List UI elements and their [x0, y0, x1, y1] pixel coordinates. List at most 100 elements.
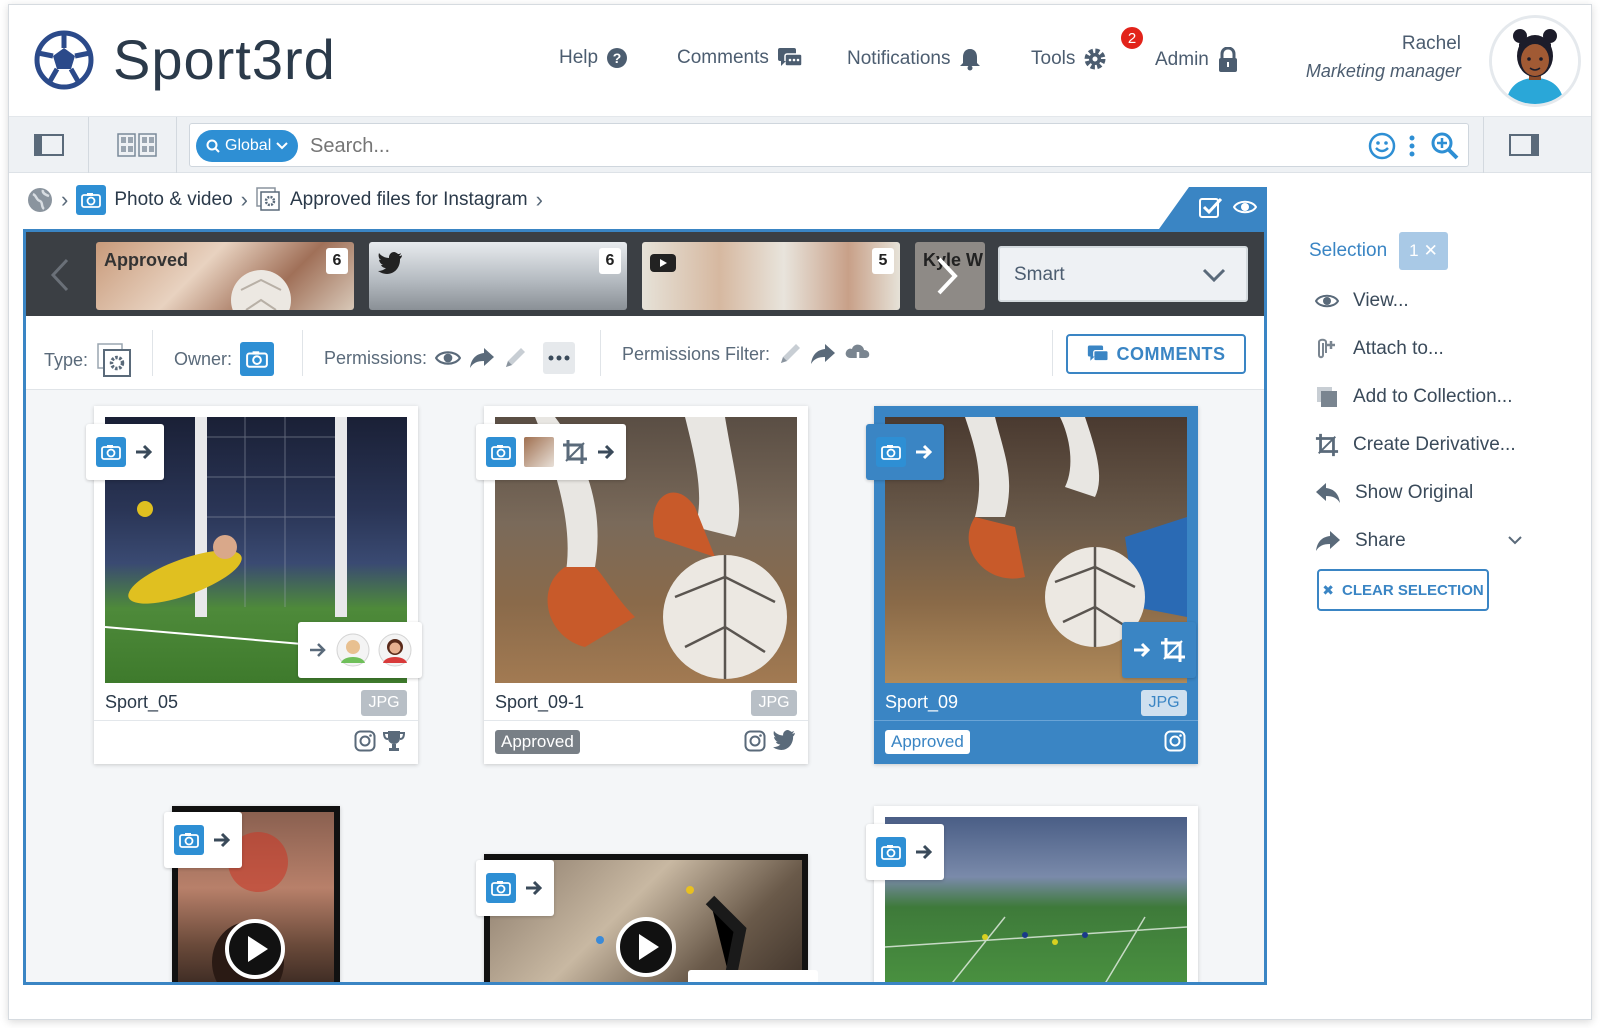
zoom-in-icon[interactable] [1430, 131, 1460, 161]
collection-thumb-approved[interactable]: Approved 6 [96, 242, 354, 310]
arrow-right-icon[interactable] [596, 443, 616, 461]
close-icon[interactable]: ✕ [1424, 241, 1438, 261]
grid-view-button[interactable] [97, 117, 177, 173]
arrow-right-icon[interactable] [914, 843, 934, 861]
nav-admin[interactable]: Admin [1155, 47, 1239, 73]
checkbox-icon[interactable] [1199, 197, 1223, 219]
crop-icon [1315, 433, 1339, 457]
action-share[interactable]: Share [1299, 517, 1591, 565]
chevron-right-icon[interactable] [935, 256, 959, 296]
user-avatar-icon[interactable] [336, 633, 370, 667]
type-filter[interactable]: Type: [44, 342, 132, 378]
share-arrow-icon[interactable] [469, 347, 495, 369]
smiley-icon[interactable] [1368, 132, 1396, 160]
thumb-count: 6 [599, 248, 621, 274]
action-attach[interactable]: Attach to... [1299, 325, 1591, 373]
arrow-right-icon[interactable] [308, 641, 328, 659]
selection-count: 1 [1409, 241, 1419, 260]
collection-gear-icon [256, 187, 280, 211]
action-show-original[interactable]: Show Original [1299, 469, 1591, 517]
right-panel-icon [1508, 134, 1539, 156]
user-avatar-icon[interactable] [378, 633, 412, 667]
ball-thumb-icon [231, 270, 291, 310]
collection-thumb-twitter[interactable]: 6 [369, 242, 627, 310]
asset-card[interactable]: Sport_09-1 JPG Approved [476, 406, 808, 764]
search-scope-dropdown[interactable]: Global [196, 130, 299, 162]
camera-icon[interactable] [876, 437, 906, 467]
camera-icon[interactable] [486, 437, 516, 467]
collection-gear-icon [97, 343, 132, 377]
more-options-button[interactable] [543, 342, 576, 374]
camera-icon[interactable] [76, 185, 107, 215]
comments-button[interactable]: COMMENTS [1066, 334, 1246, 374]
eye-icon[interactable] [1233, 199, 1257, 215]
permissions-label: Permissions: [324, 347, 428, 368]
nav-admin-label: Admin [1155, 49, 1209, 70]
camera-icon[interactable] [174, 825, 204, 855]
owner-filter-label: Owner: [174, 348, 233, 369]
chat-bubbles-icon [1087, 345, 1109, 362]
original-thumbnail[interactable] [524, 437, 554, 467]
clear-selection-button[interactable]: ✖ CLEAR SELECTION [1317, 569, 1489, 611]
toggle-left-panel-button[interactable] [9, 117, 89, 173]
asset-name: Sport_09 [885, 692, 959, 712]
asset-card-selected[interactable]: Sport_09 JPG Approved [866, 406, 1198, 764]
app-window: Sport3rd Help ? Comments Notifications T… [8, 4, 1592, 1020]
search-input[interactable] [310, 130, 1210, 162]
format-badge: JPG [751, 690, 797, 716]
chevron-down-icon[interactable] [1507, 535, 1523, 545]
arrow-right-icon[interactable] [524, 879, 544, 897]
avatar[interactable] [1489, 15, 1581, 107]
video-card[interactable] [476, 854, 818, 982]
asset-actions-overlay [476, 424, 626, 480]
crop-icon[interactable] [562, 439, 588, 465]
thumb-label: Approved [104, 250, 189, 270]
user-name: Rachel [1401, 33, 1461, 54]
pencil-icon[interactable] [778, 342, 802, 366]
action-view[interactable]: View... [1299, 277, 1591, 325]
action-create-derivative[interactable]: Create Derivative... [1299, 421, 1591, 469]
share-arrow-icon[interactable] [810, 343, 836, 365]
collection-thumb-kyle[interactable]: Kyle W [915, 242, 985, 310]
video-card[interactable] [164, 806, 340, 982]
nav-help[interactable]: Help ? [559, 47, 628, 69]
cloud-download-icon[interactable] [844, 342, 872, 366]
selection-count-badge[interactable]: 1 ✕ [1399, 232, 1448, 270]
nav-notifications[interactable]: Notifications [847, 47, 981, 71]
eye-icon[interactable] [435, 349, 462, 367]
user-info[interactable]: Rachel Marketing manager [1306, 33, 1461, 82]
asset-card[interactable]: Sport_05 JPG [86, 406, 422, 764]
bell-icon [959, 49, 980, 71]
action-add-to-collection[interactable]: Add to Collection... [1299, 373, 1591, 421]
more-vertical-icon[interactable] [1408, 134, 1416, 158]
pencil-icon[interactable] [503, 346, 527, 370]
arrow-right-icon[interactable] [1132, 641, 1152, 659]
play-icon[interactable] [224, 918, 286, 980]
shared-users-overlay [298, 622, 422, 678]
asset-actions-overlay [476, 860, 554, 916]
breadcrumb-collection[interactable]: Approved files for Instagram [290, 189, 528, 211]
camera-icon[interactable] [486, 873, 516, 903]
globe-icon[interactable] [27, 187, 53, 213]
arrow-right-icon[interactable] [914, 443, 934, 461]
breadcrumb-section[interactable]: Photo & video [114, 189, 232, 211]
nav-comments[interactable]: Comments [677, 47, 803, 69]
play-icon[interactable] [615, 916, 677, 978]
arrow-right-icon[interactable] [134, 443, 154, 461]
sort-dropdown[interactable]: Smart [998, 246, 1248, 302]
crop-icon[interactable] [1160, 637, 1186, 663]
twitter-icon [773, 730, 795, 750]
camera-icon[interactable] [876, 837, 906, 867]
owner-filter[interactable]: Owner: [174, 342, 275, 376]
sort-label: Smart [1014, 264, 1065, 285]
toggle-right-panel-button[interactable] [1483, 117, 1563, 173]
user-role: Marketing manager [1305, 61, 1461, 81]
nav-tools[interactable]: Tools 2 [1031, 25, 1145, 71]
collection-thumb-youtube[interactable]: 5 [642, 242, 900, 310]
camera-icon[interactable] [96, 437, 126, 467]
gear-icon [1084, 48, 1106, 70]
logo[interactable]: Sport3rd [33, 27, 336, 92]
chevron-left-icon[interactable] [50, 258, 70, 292]
asset-card[interactable] [866, 806, 1198, 982]
arrow-right-icon[interactable] [212, 831, 232, 849]
